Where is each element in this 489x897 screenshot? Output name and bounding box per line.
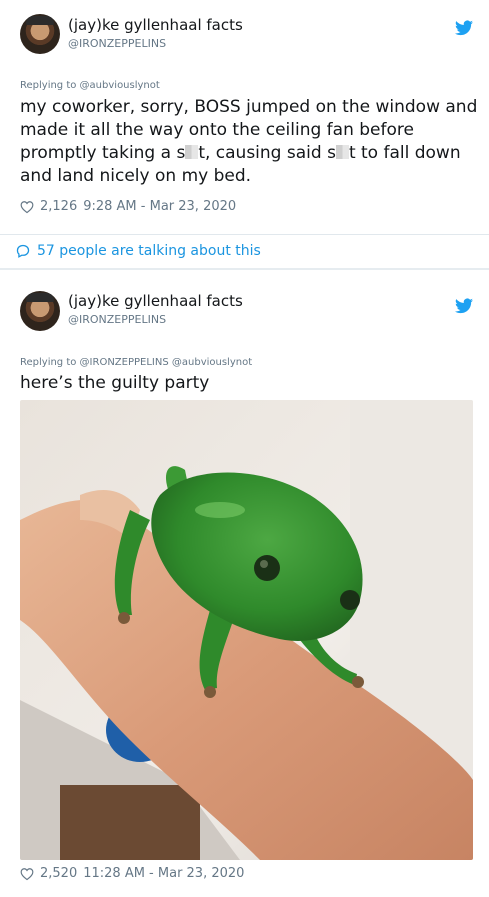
heart-icon[interactable] [20,200,34,214]
censor-block [185,145,199,159]
divider [0,234,489,235]
censor-block [335,145,349,159]
tweet-card-1: (jay)ke gyllenhaal facts @IRONZEPPELINS … [0,0,489,259]
tweet-meta: 2,520 11:28 AM - Mar 23, 2020 [20,866,244,881]
twitter-bird-icon[interactable] [455,298,473,314]
timestamp[interactable]: 9:28 AM - Mar 23, 2020 [83,199,236,214]
tweet-text: here’s the guilty party [20,373,210,393]
frog-photo[interactable] [20,400,473,860]
timestamp[interactable]: 11:28 AM - Mar 23, 2020 [83,866,244,881]
twitter-bird-icon[interactable] [455,20,473,36]
avatar[interactable] [20,291,60,331]
replying-to: Replying to @IRONZEPPELINS @aubviouslyno… [20,357,253,368]
speech-bubble-icon [16,244,30,258]
author-name[interactable]: (jay)ke gyllenhaal facts [68,292,243,310]
avatar[interactable] [20,14,60,54]
author-handle[interactable]: @IRONZEPPELINS [68,37,166,50]
tweet-text: my coworker, sorry, BOSS jumped on the w… [20,96,480,188]
tweet-text-part-2: t, causing said s [198,143,336,163]
talking-link[interactable]: 57 people are talking about this [16,243,261,259]
like-count: 2,520 [40,866,78,881]
frog-on-finger-image [20,400,473,860]
replying-to: Replying to @aubviouslynot [20,80,160,91]
section-divider [0,268,489,270]
author-handle[interactable]: @IRONZEPPELINS [68,313,166,326]
like-count: 2,126 [40,199,78,214]
author-name[interactable]: (jay)ke gyllenhaal facts [68,16,243,34]
tweet-meta: 2,126 9:28 AM - Mar 23, 2020 [20,199,236,214]
talking-link-text[interactable]: 57 people are talking about this [37,243,261,259]
heart-icon[interactable] [20,867,34,881]
